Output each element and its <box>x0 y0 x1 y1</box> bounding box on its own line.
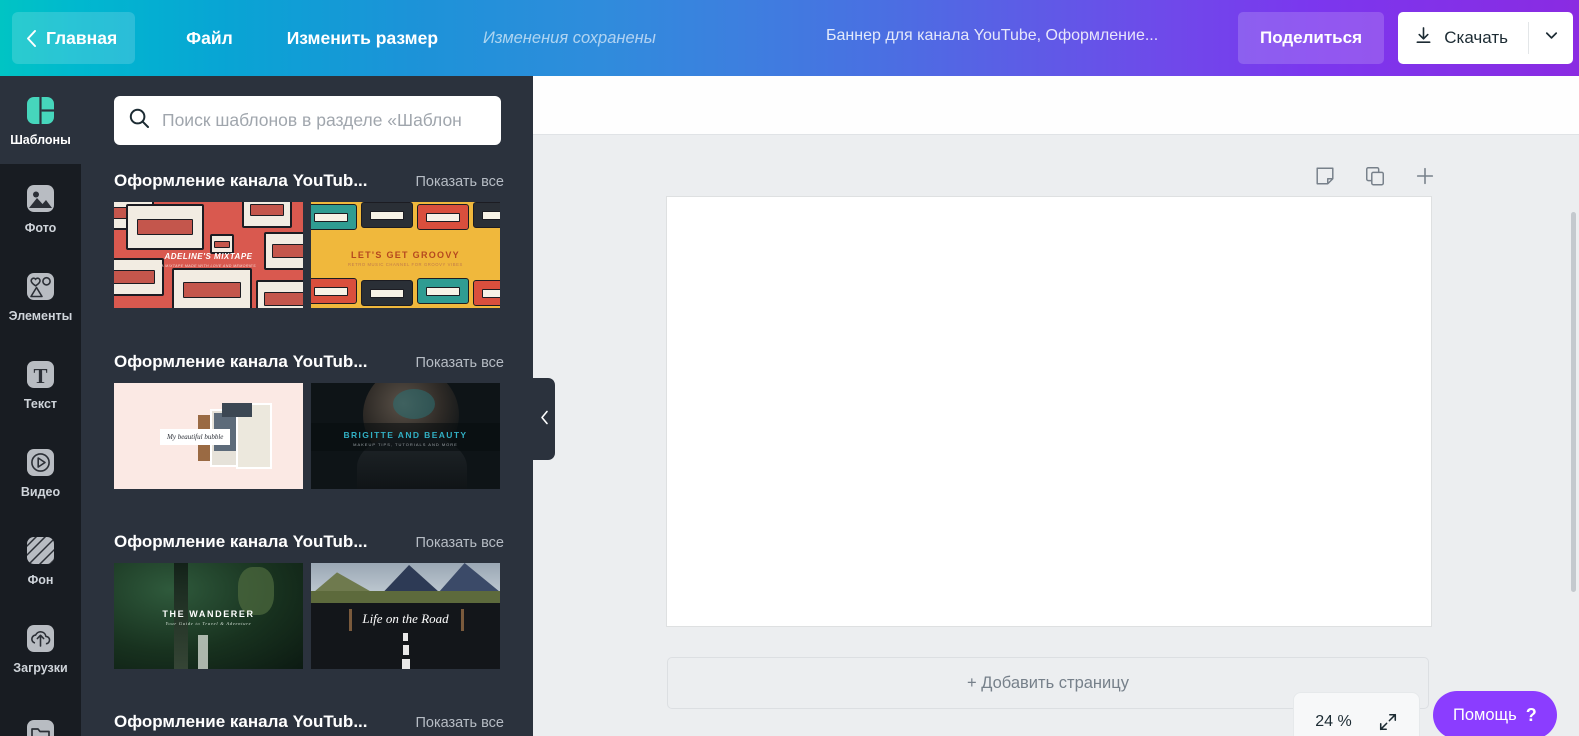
show-all-link-3[interactable]: Показать все <box>415 535 504 551</box>
template-section-3: Оформление канала YouTub... Показать все… <box>114 532 504 669</box>
section-title: Оформление канала YouTub... <box>114 712 368 731</box>
thumb-subcaption: MAKEUP TIPS, TUTORIALS AND MORE <box>353 442 458 447</box>
template-thumb-brigitte-and-beauty[interactable]: BRIGITTE AND BEAUTY MAKEUP TIPS, TUTORIA… <box>311 383 500 489</box>
elements-icon <box>24 270 57 303</box>
background-icon <box>24 534 57 567</box>
question-mark-icon: ? <box>1525 704 1537 725</box>
templates-panel: Поиск шаблонов в разделе «Шаблон Оформле… <box>81 76 533 736</box>
uploads-icon <box>24 622 57 655</box>
editor-canvas-area: + Добавить страницу 24 % Помощь ? <box>533 76 1579 736</box>
sidebar-label-video: Видео <box>20 484 61 499</box>
page-tools-group <box>1312 163 1438 189</box>
search-templates-input[interactable]: Поиск шаблонов в разделе «Шаблон <box>114 96 501 145</box>
search-placeholder: Поиск шаблонов в разделе «Шаблон <box>162 110 462 130</box>
section-title: Оформление канала YouTub... <box>114 171 368 190</box>
thumb-caption: BRIGITTE AND BEAUTY <box>343 430 468 440</box>
chevron-left-icon <box>540 410 549 429</box>
text-icon: T <box>24 358 57 391</box>
download-button[interactable]: Скачать <box>1398 12 1528 64</box>
menu-file[interactable]: Файл <box>173 20 246 57</box>
show-all-link-1[interactable]: Показать все <box>415 174 504 190</box>
sidebar-item-elements[interactable]: Элементы <box>0 252 81 340</box>
duplicate-page-icon[interactable] <box>1362 163 1388 189</box>
templates-icon <box>24 94 57 127</box>
photo-icon <box>24 182 57 215</box>
folder-icon <box>24 717 57 736</box>
download-button-group: Скачать <box>1398 12 1573 64</box>
download-button-label: Скачать <box>1444 28 1508 47</box>
download-options-button[interactable] <box>1529 12 1573 64</box>
template-section-header-1: Оформление канала YouTub... Показать все <box>114 171 504 191</box>
template-section-header-4: Оформление канала YouTub... Показать все <box>114 712 504 732</box>
thumb-subcaption: Your Guide to Travel & Adventure <box>165 621 252 626</box>
help-button-label: Помощь <box>1453 705 1517 724</box>
sidebar-item-video[interactable]: Видео <box>0 428 81 516</box>
show-all-link-2[interactable]: Показать все <box>415 355 504 371</box>
chevron-left-icon <box>25 29 37 48</box>
sidebar-label-text: Текст <box>23 396 58 411</box>
template-section-1: Оформление канала YouTub... Показать все… <box>114 171 504 308</box>
add-page-icon[interactable] <box>1412 163 1438 189</box>
menu-resize[interactable]: Изменить размер <box>274 20 451 57</box>
template-row-3: THE WANDERER Your Guide to Travel & Adve… <box>114 563 504 669</box>
thumb-caption: LET'S GET GROOVY <box>351 250 460 260</box>
collapse-panel-button[interactable] <box>533 378 555 460</box>
sidebar-label-background: Фон <box>27 572 54 587</box>
top-header-bar: Главная Файл Изменить размер Изменения с… <box>0 0 1579 76</box>
show-all-link-4[interactable]: Показать все <box>415 715 504 731</box>
template-row-1: ADELINE'S MIXTAPE A MIXTAPE MADE WITH LO… <box>114 202 504 308</box>
sidebar-label-templates: Шаблоны <box>10 132 71 147</box>
sidebar-item-templates[interactable]: Шаблоны <box>0 76 81 164</box>
video-icon <box>24 446 57 479</box>
svg-text:T: T <box>33 364 47 388</box>
template-thumb-pink-collage[interactable]: My beautiful bubble <box>114 383 303 489</box>
template-thumb-life-on-the-road[interactable]: Life on the Road <box>311 563 500 669</box>
sidebar-label-uploads: Загрузки <box>13 660 68 675</box>
document-title[interactable]: Баннер для канала YouTube, Оформление... <box>826 27 1158 45</box>
download-icon <box>1414 26 1433 50</box>
section-title: Оформление канала YouTub... <box>114 352 368 371</box>
sidebar-label-photos: Фото <box>24 220 57 235</box>
chevron-down-icon <box>1543 27 1560 49</box>
vertical-scrollbar[interactable] <box>1571 212 1576 592</box>
sidebar-item-text[interactable]: T Текст <box>0 340 81 428</box>
template-section-header-2: Оформление канала YouTub... Показать все <box>114 352 504 372</box>
notes-icon[interactable] <box>1312 163 1338 189</box>
canva-editor-window: Главная Файл Изменить размер Изменения с… <box>0 0 1579 736</box>
sidebar-item-background[interactable]: Фон <box>0 516 81 604</box>
template-thumb-adelines-mixtape[interactable]: ADELINE'S MIXTAPE A MIXTAPE MADE WITH LO… <box>114 202 303 308</box>
thumb-caption: ADELINE'S MIXTAPE <box>164 252 253 261</box>
share-button[interactable]: Поделиться <box>1237 12 1384 64</box>
thumb-caption: My beautiful bubble <box>160 429 231 445</box>
zoom-control-group: 24 % <box>1293 692 1420 736</box>
template-section-2: Оформление канала YouTub... Показать все… <box>114 352 504 489</box>
add-page-label: + Добавить страницу <box>967 673 1129 692</box>
sidebar-item-uploads[interactable]: Загрузки <box>0 604 81 692</box>
home-button[interactable]: Главная <box>12 12 136 64</box>
template-row-2: My beautiful bubble BRIGITTE AND BEAUTY … <box>114 383 504 489</box>
template-section-4: Оформление канала YouTub... Показать все <box>114 712 504 732</box>
expand-icon[interactable] <box>1378 712 1398 732</box>
zoom-level-value[interactable]: 24 % <box>1315 713 1351 731</box>
template-thumb-the-wanderer[interactable]: THE WANDERER Your Guide to Travel & Adve… <box>114 563 303 669</box>
sidebar-item-photos[interactable]: Фото <box>0 164 81 252</box>
home-button-label: Главная <box>46 27 118 48</box>
section-title: Оформление канала YouTub... <box>114 532 368 551</box>
template-thumb-lets-get-groovy[interactable]: LET'S GET GROOVY RETRO MUSIC CHANNEL FOR… <box>311 202 500 308</box>
save-status-text: Изменения сохранены <box>483 28 656 47</box>
design-canvas-page[interactable] <box>667 197 1431 626</box>
template-section-header-3: Оформление канала YouTub... Показать все <box>114 532 504 552</box>
thumb-subcaption: A MIXTAPE MADE WITH LOVE AND MEMORIES <box>161 264 256 268</box>
editor-toolbar <box>533 76 1579 135</box>
help-button[interactable]: Помощь ? <box>1433 691 1557 736</box>
left-sidebar-rail: Шаблоны Фото Элементы T Текст Видео Фон … <box>0 76 81 736</box>
search-icon <box>128 107 150 134</box>
sidebar-label-elements: Элементы <box>8 308 73 323</box>
thumb-subcaption: RETRO MUSIC CHANNEL FOR GROOVY VIBES <box>348 262 463 267</box>
sidebar-item-folder[interactable] <box>0 692 81 736</box>
thumb-caption: THE WANDERER <box>162 609 255 619</box>
thumb-caption: Life on the Road <box>362 611 449 626</box>
